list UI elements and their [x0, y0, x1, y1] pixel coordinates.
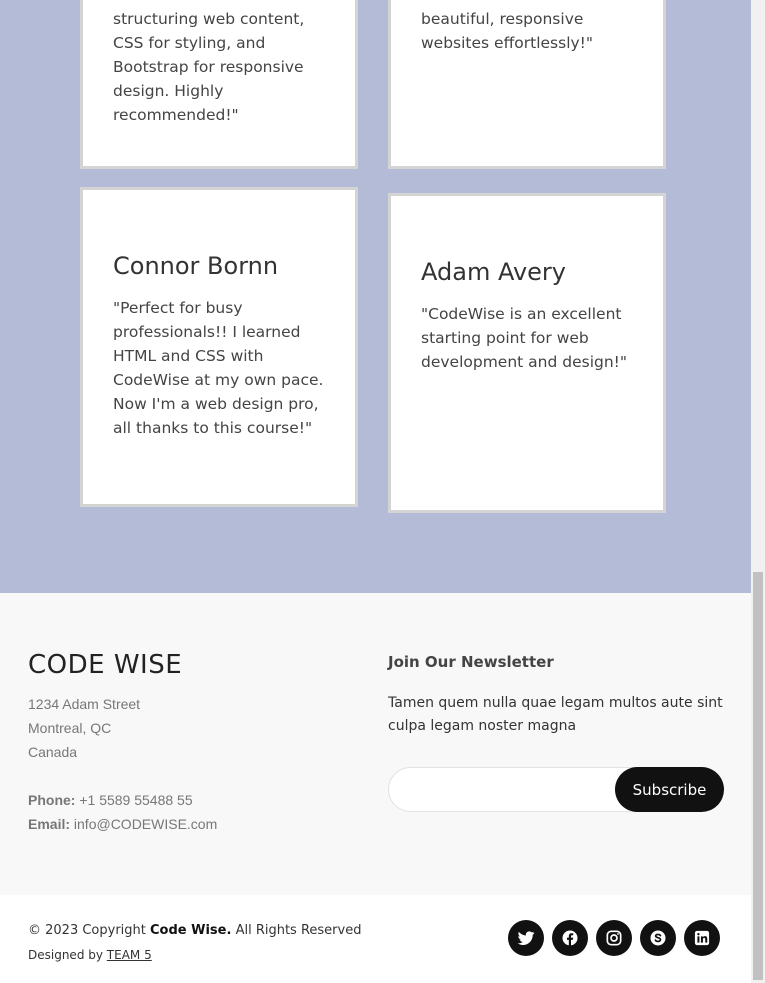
testimonial-card: structuring web content, CSS for styling…	[80, 0, 358, 169]
phone-value: +1 5589 55488 55	[79, 792, 193, 808]
scrollbar-thumb[interactable]	[753, 572, 763, 980]
testimonial-quote: "Perfect for busy professionals!! I lear…	[113, 299, 324, 437]
skype-icon	[650, 930, 666, 946]
twitter-link[interactable]	[508, 920, 544, 956]
twitter-icon	[517, 931, 535, 945]
email-label: Email:	[28, 816, 71, 832]
footer-brand: CODE WISE	[28, 650, 183, 680]
copyright-prefix: © 2023 Copyright	[28, 923, 146, 938]
address-line-2: Montreal, QC	[28, 720, 112, 736]
facebook-icon	[562, 930, 578, 946]
designed-by: Designed by TEAM 5	[28, 948, 152, 962]
team-link[interactable]: TEAM 5	[107, 948, 152, 962]
skype-link[interactable]	[640, 920, 676, 956]
address-line-1: 1234 Adam Street	[28, 696, 141, 712]
phone-label: Phone:	[28, 792, 76, 808]
testimonials-section: structuring web content, CSS for styling…	[0, 0, 751, 593]
copyright: © 2023 Copyright Code Wise. All Rights R…	[28, 923, 361, 938]
email-line: Email: info@CODEWISE.com	[28, 816, 217, 832]
footer-bottom: © 2023 Copyright Code Wise. All Rights R…	[0, 895, 751, 983]
newsletter-form: Subscribe	[388, 767, 724, 812]
email-value: info@CODEWISE.com	[73, 816, 218, 832]
testimonial-quote: beautiful, responsive websites effortles…	[421, 10, 594, 52]
instagram-link[interactable]	[596, 920, 632, 956]
subscribe-button[interactable]: Subscribe	[615, 767, 724, 812]
footer-top: CODE WISE 1234 Adam Street Montreal, QC …	[0, 593, 751, 895]
page: structuring web content, CSS for styling…	[0, 0, 751, 983]
facebook-link[interactable]	[552, 920, 588, 956]
testimonial-quote: structuring web content, CSS for styling…	[113, 10, 305, 124]
newsletter-text: Tamen quem nulla quae legam multos aute …	[388, 695, 723, 734]
testimonial-card: beautiful, responsive websites effortles…	[388, 0, 666, 169]
address-line-3: Canada	[28, 744, 78, 760]
copyright-brand: Code Wise.	[150, 923, 232, 938]
copyright-suffix: All Rights Reserved	[235, 923, 362, 938]
testimonial-card: Connor Bornn "Perfect for busy professio…	[80, 187, 358, 507]
linkedin-link[interactable]	[684, 920, 720, 956]
phone-line: Phone: +1 5589 55488 55	[28, 792, 193, 808]
newsletter-title: Join Our Newsletter	[388, 653, 554, 671]
social-links	[508, 920, 720, 956]
scrollbar[interactable]	[751, 0, 765, 983]
linkedin-icon	[694, 930, 710, 946]
testimonial-name: Adam Avery	[421, 258, 566, 286]
testimonial-quote: "CodeWise is an excellent starting point…	[421, 305, 628, 371]
testimonial-card: Adam Avery "CodeWise is an excellent sta…	[388, 193, 666, 513]
instagram-icon	[606, 930, 622, 946]
testimonial-name: Connor Bornn	[113, 252, 279, 280]
designed-prefix: Designed by	[28, 948, 103, 962]
